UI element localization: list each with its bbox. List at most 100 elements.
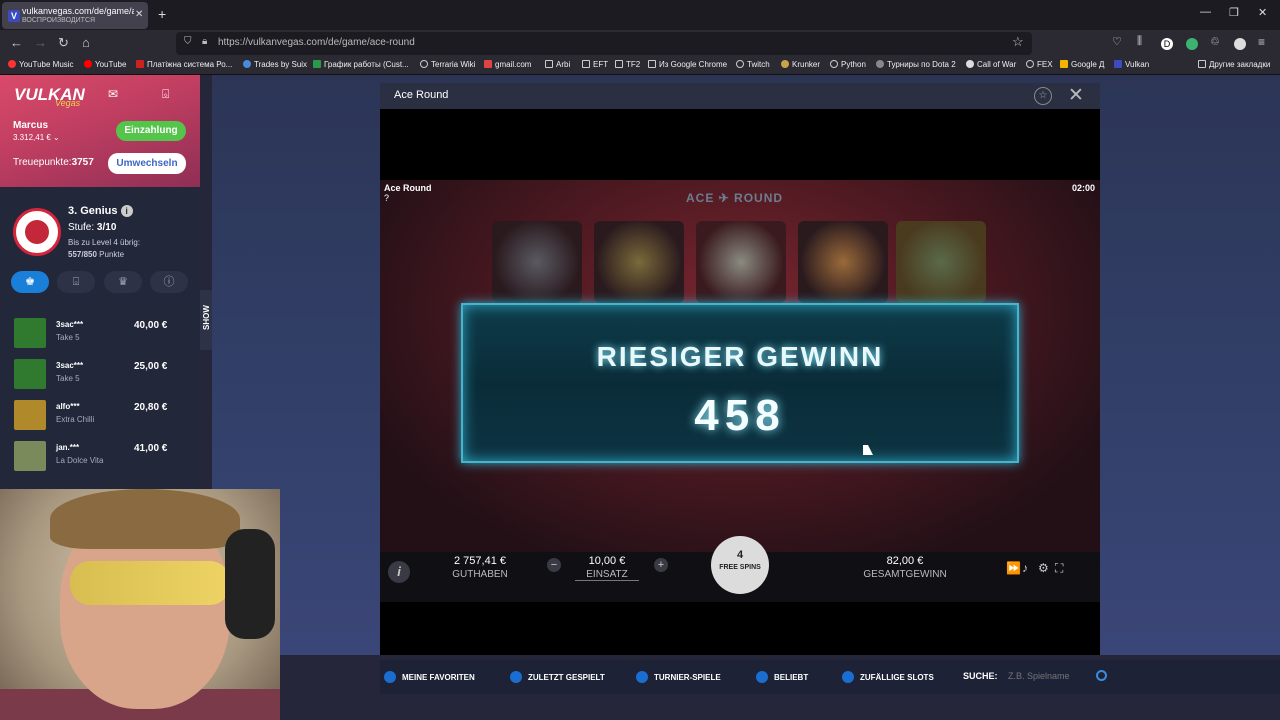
- restore-icon[interactable]: ❐: [1229, 6, 1239, 19]
- game-search-input[interactable]: [1008, 665, 1108, 687]
- browser-tab[interactable]: V vulkanvegas.com/de/game/ac ВОСПРОИЗВОД…: [2, 2, 148, 29]
- winner-name: jan.***: [56, 443, 80, 452]
- pocket-icon[interactable]: ♡: [1112, 35, 1122, 48]
- increase-bet-button[interactable]: +: [654, 558, 668, 572]
- nav-tournament-games[interactable]: TURNIER-SPIELE: [636, 671, 721, 683]
- exchange-button[interactable]: Umwechseln: [108, 153, 186, 174]
- vulkan-icon: [1114, 60, 1122, 68]
- bookmark-folder-tf2[interactable]: TF2: [615, 60, 640, 69]
- home-icon[interactable]: ⌂: [82, 35, 90, 50]
- lock-icon[interactable]: 🔒︎: [202, 36, 207, 47]
- nav-recently-played[interactable]: ZULETZT GESPIELT: [510, 671, 605, 683]
- fullscreen-icon[interactable]: ⛶: [1055, 561, 1063, 576]
- close-tab-icon[interactable]: ✕: [135, 9, 143, 20]
- account-balance[interactable]: 3.312,41 € ⌄: [13, 133, 60, 142]
- winner-row[interactable]: jan.*** La Dolce Vita 41,00 €: [10, 438, 190, 474]
- bookmark-google-drive[interactable]: Google Д: [1060, 60, 1104, 69]
- new-tab-icon[interactable]: +: [158, 6, 166, 22]
- winner-row[interactable]: 3sac*** Take 5 25,00 €: [10, 356, 190, 392]
- sniper-rifle-symbol-icon: [594, 221, 684, 303]
- free-spins-button[interactable]: 4 FREE SPINS: [711, 536, 769, 594]
- modal-title-bar: Ace Round ☆ ✕: [380, 83, 1100, 109]
- bookmark-python[interactable]: Python: [830, 60, 866, 69]
- tab-info[interactable]: ⓘ: [150, 271, 188, 293]
- bookmark-dota[interactable]: Турниры по Dota 2: [876, 60, 956, 69]
- webcam-overlay: [0, 489, 280, 720]
- url-bar[interactable]: ⛉ 🔒︎ https://vulkanvegas.com/de/game/ace…: [176, 32, 1032, 55]
- winner-row[interactable]: alfo*** Extra Chilli 20,80 €: [10, 397, 190, 433]
- tab-audio-status: ВОСПРОИЗВОДИТСЯ: [22, 17, 96, 24]
- bookmark-terraria[interactable]: Terraria Wiki: [420, 60, 475, 69]
- bookmark-call-of-war[interactable]: Call of War: [966, 60, 1016, 69]
- settings-gear-icon[interactable]: ⚙: [1038, 561, 1049, 575]
- reload-icon[interactable]: ↻: [58, 35, 69, 51]
- winner-row[interactable]: 3sac*** Take 5 40,00 €: [10, 315, 190, 351]
- winner-amount: 25,00 €: [134, 361, 168, 372]
- yellow-glasses: [70, 561, 230, 605]
- win-amount: 458: [694, 391, 786, 440]
- bookmark-folder-eft[interactable]: EFT: [582, 60, 608, 69]
- bookmark-folder-chrome[interactable]: Из Google Chrome: [648, 60, 727, 69]
- bookmark-fex[interactable]: FEX: [1026, 60, 1053, 69]
- info-icon[interactable]: i: [120, 205, 133, 217]
- modal-title: Ace Round: [394, 89, 449, 101]
- nav-popular[interactable]: BELIEBT: [756, 671, 808, 683]
- close-icon[interactable]: ✕: [1068, 84, 1084, 107]
- back-icon[interactable]: ←: [10, 35, 23, 50]
- bookmark-star-icon[interactable]: ☆: [1012, 34, 1024, 50]
- bookmark-schedule[interactable]: График работы (Cust...: [313, 60, 409, 69]
- other-bookmarks[interactable]: Другие закладки: [1198, 60, 1270, 69]
- fast-forward-icon[interactable]: ⏩: [1006, 561, 1021, 575]
- decrease-bet-button[interactable]: −: [547, 558, 561, 572]
- bookmark-vulkan[interactable]: Vulkan: [1114, 60, 1149, 69]
- folder-icon: [582, 60, 590, 68]
- winner-amount: 40,00 €: [134, 320, 168, 331]
- bookmark-payment[interactable]: Платіжна система Ро...: [136, 60, 232, 69]
- account-icon[interactable]: [1234, 38, 1246, 50]
- winner-name: 3sac***: [56, 320, 84, 329]
- big-win-banner: RIESIGER GEWINN 458: [461, 303, 1019, 463]
- favorite-star-icon[interactable]: ☆: [1034, 87, 1052, 105]
- heart-icon: [756, 671, 768, 683]
- bookmark-trades[interactable]: Trades by Suix: [243, 60, 307, 69]
- mail-icon[interactable]: ✉: [108, 87, 118, 101]
- bookmark-youtube[interactable]: YouTube: [84, 60, 126, 69]
- minimize-icon[interactable]: —: [1200, 6, 1211, 18]
- tab-tournaments[interactable]: ♛: [104, 271, 142, 293]
- show-panel-button[interactable]: SHOW: [200, 290, 212, 350]
- extension-green-icon[interactable]: [1186, 38, 1198, 50]
- winner-name: alfo***: [56, 402, 80, 411]
- window-close-icon[interactable]: ✕: [1258, 6, 1267, 19]
- winner-game: Extra Chilli: [56, 415, 95, 424]
- bookmark-krunker[interactable]: Krunker: [781, 60, 820, 69]
- forward-icon[interactable]: →: [34, 35, 47, 50]
- star-icon: [384, 671, 396, 683]
- extension-d-icon[interactable]: D: [1161, 38, 1173, 50]
- library-icon[interactable]: ⫼: [1137, 35, 1142, 48]
- sync-icon[interactable]: ♲: [1210, 35, 1220, 48]
- sound-icon[interactable]: ♪: [1022, 561, 1028, 575]
- gmail-icon: [484, 60, 492, 68]
- winner-amount: 41,00 €: [134, 443, 168, 454]
- deposit-button[interactable]: Einzahlung: [116, 121, 186, 141]
- bookmark-twitch[interactable]: Twitch: [736, 60, 770, 69]
- nav-random-slots[interactable]: ZUFÄLLIGE SLOTS: [842, 671, 934, 683]
- bookmark-youtube-music[interactable]: YouTube Music: [8, 60, 74, 69]
- trades-icon: [243, 60, 251, 68]
- shield-icon[interactable]: ⛉: [184, 36, 192, 47]
- level-name: 3. Genius i: [68, 205, 133, 217]
- nav-favorites[interactable]: MEINE FAVORITEN: [384, 671, 475, 683]
- bet-label: EINSATZ: [575, 569, 639, 581]
- game-controls-bar: i 2 757,41 € GUTHABEN − 10,00 € EINSATZ …: [380, 536, 1100, 602]
- tab-gifts[interactable]: ⌺: [57, 271, 95, 293]
- info-icon[interactable]: i: [388, 561, 410, 583]
- game-help-icon[interactable]: ?: [384, 193, 389, 203]
- bookmark-folder-arbi[interactable]: Arbi: [545, 60, 570, 69]
- username[interactable]: Marcus: [13, 120, 48, 131]
- menu-icon[interactable]: ≡: [1258, 35, 1265, 49]
- gift-icon[interactable]: ⌺: [162, 87, 169, 102]
- tab-winners[interactable]: ♚: [11, 271, 49, 293]
- bookmark-gmail[interactable]: gmail.com: [484, 60, 531, 69]
- game-logo: ACE ✈ ROUND: [686, 191, 784, 205]
- search-icon[interactable]: [1096, 670, 1107, 681]
